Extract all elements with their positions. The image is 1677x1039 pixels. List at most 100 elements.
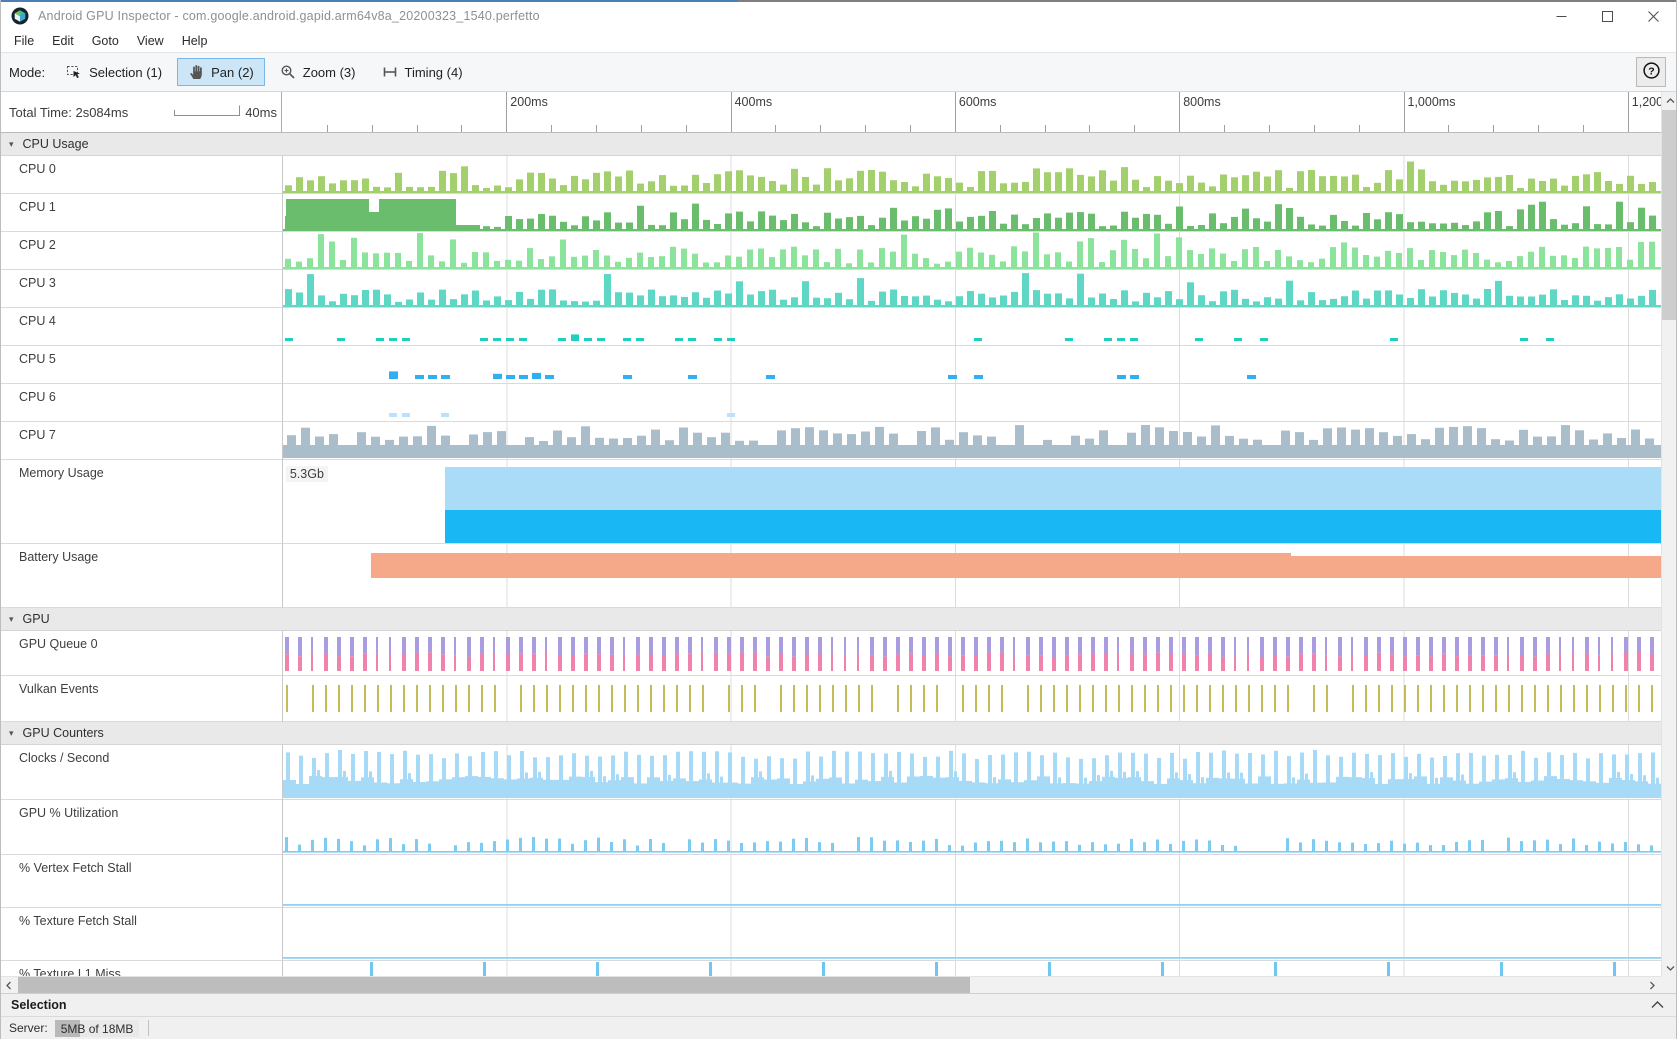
status-bar: Server: 5MB of 18MB [1, 1016, 1676, 1039]
mode-button-label: Pan (2) [211, 65, 254, 80]
ruler-minor-tick [686, 125, 687, 132]
close-button[interactable] [1630, 2, 1676, 30]
ruler-minor-tick [1000, 125, 1001, 132]
track-label: % Texture L1 Miss [1, 961, 282, 976]
help-button[interactable]: ? [1636, 57, 1666, 87]
menu-item-help[interactable]: Help [173, 32, 217, 50]
scroll-down-arrow-icon[interactable] [1662, 959, 1677, 976]
track-row-cpu-4: CPU 4 [1, 308, 1661, 346]
ruler-minor-tick [551, 125, 552, 132]
track-label: GPU % Utilization [1, 800, 282, 854]
track-chart-cpu-0[interactable] [282, 156, 1661, 194]
track-label: CPU 0 [1, 156, 282, 193]
mode-button-timing[interactable]: Timing (4) [371, 58, 474, 86]
scroll-right-arrow-icon[interactable] [1644, 977, 1660, 993]
track-chart--texture-fetch-stall[interactable] [282, 908, 1661, 961]
ruler-minor-tick [1089, 125, 1090, 132]
ruler-minor-tick [1314, 125, 1315, 132]
track-row--texture-fetch-stall: % Texture Fetch Stall [1, 908, 1661, 961]
track-chart-clocks-second[interactable] [282, 745, 1661, 800]
timeline-ruler[interactable]: Total Time: 2s084ms 40ms 200ms400ms600ms… [1, 92, 1676, 133]
ruler-minor-tick [820, 125, 821, 132]
zoom-magnifier-icon [280, 64, 296, 80]
track-label: CPU 6 [1, 384, 282, 421]
mode-label: Mode: [9, 65, 45, 80]
collapse-triangle-icon[interactable]: ▾ [9, 728, 14, 739]
track-row--vertex-fetch-stall: % Vertex Fetch Stall [1, 855, 1661, 908]
ruler-minor-tick [865, 125, 866, 132]
selection-panel-header[interactable]: Selection [1, 993, 1676, 1016]
ruler-minor-tick [1359, 125, 1360, 132]
scroll-left-arrow-icon[interactable] [1, 977, 17, 993]
menu-item-view[interactable]: View [128, 32, 173, 50]
track-chart-gpu-utilization[interactable] [282, 800, 1661, 855]
track-chart-cpu-3[interactable] [282, 270, 1661, 308]
ruler-minor-tick [1538, 125, 1539, 132]
ruler-minor-tick [1269, 125, 1270, 132]
menu-item-edit[interactable]: Edit [43, 32, 83, 50]
menu-item-goto[interactable]: Goto [83, 32, 128, 50]
selection-icon [66, 64, 82, 80]
track-label: Clocks / Second [1, 745, 282, 799]
section-label: GPU [23, 612, 50, 626]
vertical-scroll-thumb[interactable] [1662, 110, 1677, 320]
ruler-timeline[interactable]: 200ms400ms600ms800ms1,000ms1,200ms [282, 92, 1661, 132]
track-chart-cpu-4[interactable] [282, 308, 1661, 346]
track-chart-cpu-6[interactable] [282, 384, 1661, 422]
ruler-major-tick [1179, 92, 1180, 132]
track-chart--texture-l1-miss[interactable] [282, 961, 1661, 976]
track-row-memory-usage: Memory Usage5.3Gb [1, 460, 1661, 544]
mode-button-selection[interactable]: Selection (1) [55, 58, 173, 86]
track-chart-battery-usage[interactable] [282, 544, 1661, 608]
horizontal-scroll-thumb[interactable] [18, 977, 970, 993]
ruler-major-tick [1628, 92, 1629, 132]
collapse-triangle-icon[interactable]: ▾ [9, 614, 14, 625]
section-header-gpu[interactable]: ▾ GPU [1, 608, 1661, 631]
ruler-summary: Total Time: 2s084ms 40ms [1, 92, 282, 132]
chevron-up-icon[interactable] [1651, 996, 1664, 1014]
track-label: CPU 4 [1, 308, 282, 345]
track-row-cpu-7: CPU 7 [1, 422, 1661, 460]
mode-button-zoom[interactable]: Zoom (3) [269, 58, 367, 86]
ruler-minor-tick [1134, 125, 1135, 132]
scale-label: 40ms [245, 105, 277, 120]
track-chart-cpu-2[interactable] [282, 232, 1661, 270]
menu-item-file[interactable]: File [5, 32, 43, 50]
horizontal-scrollbar[interactable] [1, 976, 1661, 993]
scroll-up-arrow-icon[interactable] [1662, 92, 1677, 109]
vertical-scrollbar[interactable] [1661, 92, 1677, 976]
agi-logo-icon [11, 7, 29, 25]
timing-icon [382, 64, 398, 80]
ruler-minor-tick [1493, 125, 1494, 132]
track-row-battery-usage: Battery Usage [1, 544, 1661, 608]
ruler-minor-tick [1224, 125, 1225, 132]
ruler-minor-tick [596, 125, 597, 132]
ruler-minor-tick [1448, 125, 1449, 132]
section-header-gpu-counters[interactable]: ▾GPU Counters [1, 722, 1661, 745]
ruler-minor-tick [1583, 125, 1584, 132]
section-header-cpu-usage[interactable]: ▾CPU Usage [1, 133, 1661, 156]
maximize-button[interactable] [1584, 2, 1630, 30]
track-label: GPU Queue 0 [1, 631, 282, 675]
track-chart-cpu-1[interactable] [282, 194, 1661, 232]
ruler-minor-tick [1045, 125, 1046, 132]
ruler-major-tick [955, 92, 956, 132]
track-label: % Texture Fetch Stall [1, 908, 282, 960]
collapse-triangle-icon[interactable]: ▾ [9, 139, 14, 150]
toolbar: Mode: Selection (1) Pan (2) Zoom (3)Timing… [1, 52, 1676, 92]
track-chart-memory-usage[interactable]: 5.3Gb [282, 460, 1661, 544]
track-chart--vertex-fetch-stall[interactable] [282, 855, 1661, 908]
track-chart-gpu-queue-0[interactable] [282, 631, 1661, 676]
mode-button-pan[interactable]: Pan (2) [177, 58, 265, 86]
ruler-minor-tick [417, 125, 418, 132]
pan-hand-icon [188, 64, 204, 80]
track-chart-vulkan-events[interactable] [282, 676, 1661, 722]
track-label: Vulkan Events [1, 676, 282, 721]
track-chart-cpu-7[interactable] [282, 422, 1661, 460]
track-row-gpu-utilization: GPU % Utilization [1, 800, 1661, 855]
track-chart-cpu-5[interactable] [282, 346, 1661, 384]
minimize-button[interactable] [1538, 2, 1584, 30]
ruler-minor-tick [775, 125, 776, 132]
ruler-tick-label: 400ms [735, 95, 773, 109]
track-label: CPU 2 [1, 232, 282, 269]
